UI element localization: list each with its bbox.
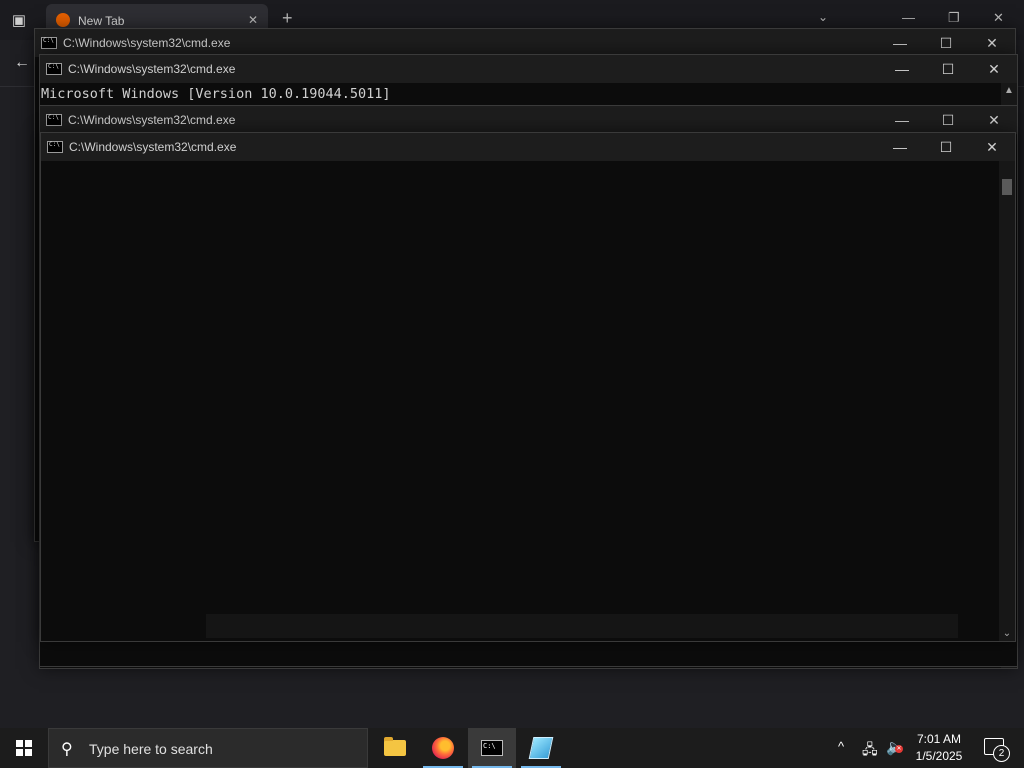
search-placeholder: Type here to search [89,741,213,757]
browser-minimize-button[interactable]: — [902,10,915,25]
taskbar-firefox[interactable] [419,728,467,768]
clock-time: 7:01 AM [916,732,962,746]
command-prompt-icon: C:\ [481,740,503,756]
maximize-button[interactable]: ☐ [925,106,971,134]
cmd-window-titlebar[interactable]: C:\Windows\system32\cmd.exe — ☐ ✕ [40,106,1017,134]
close-button[interactable]: ✕ [971,106,1017,134]
back-arrow-icon[interactable]: ← [14,54,30,72]
minimize-button[interactable]: — [879,55,925,83]
clock-date: 1/5/2025 [915,749,963,763]
cmd-window-titlebar[interactable]: C:\Windows\system32\cmd.exe — ☐ ✕ [41,133,1015,161]
cmd-window-title: C:\Windows\system32\cmd.exe [68,62,236,76]
taskbar-notepad[interactable] [517,728,565,768]
scroll-up-icon[interactable]: ▲ [1001,85,1017,96]
browser-close-button[interactable]: ✕ [993,10,1004,26]
tab-list-icon[interactable]: ▣ [10,12,28,30]
close-button[interactable]: ✕ [971,55,1017,83]
cmd-app-icon [47,141,63,153]
cmd-window-title: C:\Windows\system32\cmd.exe [63,36,231,50]
taskbar-search-box[interactable]: ⚲ Type here to search [48,728,368,768]
vertical-scrollbar[interactable]: ⌄ [999,161,1015,641]
firefox-favicon-icon [56,13,70,27]
cmd-app-icon [46,114,62,126]
taskbar-command-prompt[interactable]: C:\ [468,728,516,768]
close-button[interactable]: ✕ [969,29,1015,57]
cmd-window-4[interactable]: C:\Windows\system32\cmd.exe — ☐ ✕ ⌄ [40,132,1016,642]
minimize-button[interactable]: — [879,106,925,134]
taskbar: ⚲ Type here to search C:\ ^ 🖧 🔈✕ 7:01 AM… [0,728,1024,768]
maximize-button[interactable]: ☐ [923,29,969,57]
close-button[interactable]: ✕ [969,133,1015,161]
cmd-window-titlebar[interactable]: C:\Windows\system32\cmd.exe — ☐ ✕ [35,29,1015,57]
action-center-icon[interactable]: 2 [984,738,1010,762]
notepad-icon [528,737,554,759]
cmd-app-icon [46,63,62,75]
tab-close-icon[interactable]: ✕ [248,13,258,27]
browser-restore-button[interactable]: ❐ [948,10,960,26]
new-tab-button[interactable]: + [282,8,293,29]
maximize-button[interactable]: ☐ [923,133,969,161]
taskbar-file-explorer[interactable] [371,728,419,768]
list-tabs-chevron-icon[interactable]: ⌄ [818,10,828,24]
console-output[interactable] [41,161,999,641]
cmd-window-title: C:\Windows\system32\cmd.exe [69,140,237,154]
start-button[interactable] [0,728,48,768]
scrollbar-thumb[interactable] [1002,179,1012,195]
show-hidden-icons-chevron-icon[interactable]: ^ [838,739,844,754]
firefox-icon [432,737,454,759]
scroll-down-icon[interactable]: ⌄ [999,628,1015,639]
minimize-button[interactable]: — [877,133,923,161]
clock[interactable]: 7:01 AM 1/5/2025 [912,731,966,765]
notification-count-badge: 2 [993,745,1010,762]
cmd-app-icon [41,37,57,49]
browser-tab-title: New Tab [78,14,125,28]
cmd-window-titlebar[interactable]: C:\Windows\system32\cmd.exe — ☐ ✕ [40,55,1017,83]
background-status-bar [206,614,958,638]
minimize-button[interactable]: — [877,29,923,57]
windows-logo-icon [16,740,32,756]
search-icon: ⚲ [61,741,73,758]
cmd-window-title: C:\Windows\system32\cmd.exe [68,113,236,127]
volume-muted-icon[interactable]: 🔈✕ [886,738,905,756]
file-explorer-icon [384,737,406,756]
network-icon[interactable]: 🖧 [862,739,878,763]
console-line: Microsoft Windows [Version 10.0.19044.50… [41,86,391,102]
maximize-button[interactable]: ☐ [925,55,971,83]
